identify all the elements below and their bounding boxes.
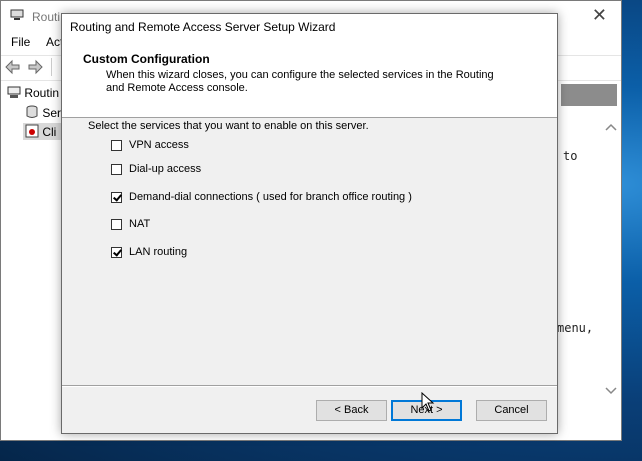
lan-routing-checkbox[interactable] bbox=[111, 247, 122, 258]
cancel-button[interactable]: Cancel bbox=[476, 400, 547, 421]
toolbar-divider bbox=[51, 58, 52, 76]
nat-checkbox[interactable] bbox=[111, 219, 122, 230]
demand-dial-checkbox[interactable] bbox=[111, 192, 122, 203]
setup-wizard-dialog[interactable]: Routing and Remote Access Server Setup W… bbox=[61, 13, 558, 434]
tree-item-label: Routin bbox=[24, 86, 60, 100]
mouse-pointer-icon bbox=[421, 392, 435, 412]
back-button[interactable]: < Back bbox=[316, 400, 387, 421]
scroll-up-icon[interactable] bbox=[605, 123, 617, 131]
database-icon bbox=[26, 105, 38, 118]
results-text-fragment: to bbox=[563, 149, 578, 163]
services-prompt: Select the services that you want to ena… bbox=[88, 120, 369, 132]
page-title: Custom Configuration bbox=[83, 52, 210, 66]
dialog-title: Routing and Remote Access Server Setup W… bbox=[70, 20, 336, 34]
background-window-title: Routi bbox=[32, 10, 61, 24]
vpn-access-checkbox[interactable] bbox=[111, 140, 122, 151]
close-icon[interactable]: ✕ bbox=[592, 5, 607, 26]
option-label: LAN routing bbox=[129, 246, 188, 258]
wizard-header: Custom Configuration When this wizard cl… bbox=[62, 43, 557, 118]
back-arrow-icon[interactable] bbox=[5, 59, 21, 75]
tree-item-label: Ser bbox=[42, 106, 62, 120]
wizard-body: Select the services that you want to ena… bbox=[62, 118, 557, 386]
tree-item-routing[interactable]: Routin bbox=[7, 86, 59, 100]
results-scrollbar[interactable] bbox=[601, 107, 621, 407]
routing-app-icon bbox=[10, 9, 24, 20]
option-label: Demand-dial connections ( used for branc… bbox=[129, 191, 412, 203]
option-label: VPN access bbox=[129, 139, 189, 151]
dialog-titlebar[interactable]: Routing and Remote Access Server Setup W… bbox=[62, 14, 557, 43]
forward-arrow-icon[interactable] bbox=[27, 59, 43, 75]
dial-up-access-checkbox[interactable] bbox=[111, 164, 122, 175]
results-text-fragment: menu, bbox=[557, 321, 594, 335]
console-tree: Routin Ser Cli bbox=[1, 81, 67, 441]
button-separator bbox=[62, 385, 557, 387]
server-icon bbox=[7, 86, 21, 98]
page-description: When this wizard closes, you can configu… bbox=[106, 69, 494, 94]
tree-item-label: Cli bbox=[42, 125, 57, 139]
option-label: NAT bbox=[129, 218, 151, 230]
results-pane-header bbox=[561, 84, 617, 106]
scroll-down-icon[interactable] bbox=[605, 387, 617, 395]
menu-file[interactable]: File bbox=[11, 35, 30, 49]
client-status-icon bbox=[25, 124, 39, 138]
option-label: Dial-up access bbox=[129, 163, 202, 175]
tree-item-server[interactable]: Ser bbox=[25, 105, 61, 120]
